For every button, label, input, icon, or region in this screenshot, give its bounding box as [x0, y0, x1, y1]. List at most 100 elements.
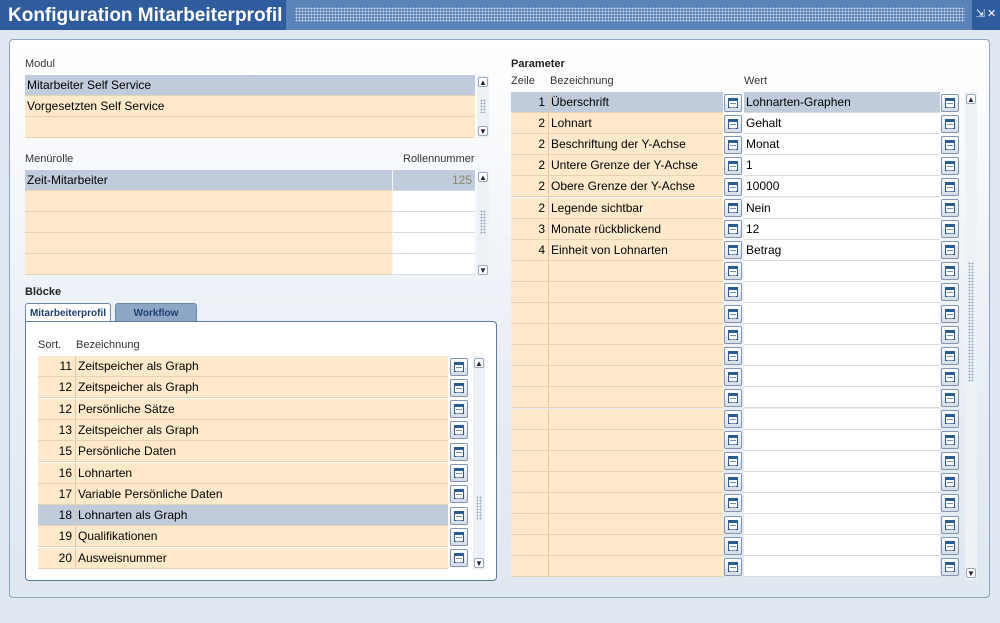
table-row[interactable] [511, 450, 723, 472]
table-row[interactable]: 19 Qualifikationen [38, 526, 448, 548]
wert-field[interactable]: Lohnarten-Graphen [744, 92, 940, 113]
wert-field[interactable] [744, 450, 940, 472]
rollennummer-cell[interactable] [393, 254, 475, 275]
tab-workflow[interactable]: Workflow [115, 303, 197, 322]
scroll-grip[interactable] [968, 262, 974, 382]
wert-field[interactable] [744, 556, 940, 578]
scroll-down-icon[interactable]: ▼ [478, 126, 488, 136]
lookup-icon[interactable] [450, 506, 468, 525]
table-row[interactable]: 3 Monate rückblickend [511, 218, 723, 240]
lookup-icon[interactable] [724, 494, 742, 513]
lookup-icon[interactable] [724, 262, 742, 281]
wert-field[interactable]: Betrag [744, 239, 940, 261]
table-row[interactable] [511, 345, 723, 367]
list-item[interactable]: Mitarbeiter Self Service [25, 75, 475, 96]
table-row[interactable] [511, 471, 723, 493]
scroll-down-icon[interactable]: ▼ [474, 558, 484, 568]
lookup-icon[interactable] [941, 494, 959, 513]
table-row[interactable] [511, 535, 723, 557]
wert-field[interactable] [744, 260, 940, 282]
table-row[interactable] [25, 254, 392, 275]
lookup-icon[interactable] [941, 220, 959, 239]
table-row[interactable]: 13 Zeitspeicher als Graph [38, 419, 448, 441]
table-row[interactable]: 12 Zeitspeicher als Graph [38, 377, 448, 399]
lookup-icon[interactable] [724, 452, 742, 471]
scroll-up-icon[interactable]: ▲ [478, 77, 488, 87]
lookup-icon[interactable] [724, 199, 742, 217]
lookup-icon[interactable] [724, 135, 742, 154]
lookup-icon[interactable] [941, 388, 959, 407]
lookup-icon[interactable] [724, 177, 742, 196]
lookup-icon[interactable] [941, 557, 959, 576]
lookup-icon[interactable] [450, 442, 468, 461]
lookup-icon[interactable] [941, 135, 959, 154]
wert-field[interactable] [744, 408, 940, 430]
lookup-icon[interactable] [724, 388, 742, 407]
lookup-icon[interactable] [941, 241, 959, 260]
scroll-down-icon[interactable]: ▼ [478, 265, 488, 275]
wert-field[interactable] [744, 324, 940, 346]
lookup-icon[interactable] [941, 262, 959, 281]
rollennummer-cell[interactable] [393, 212, 475, 233]
wert-field[interactable] [744, 471, 940, 493]
table-row[interactable] [511, 366, 723, 388]
scroll-up-icon[interactable]: ▲ [966, 94, 976, 104]
scroll-grip[interactable] [476, 496, 482, 520]
table-row[interactable]: 20 Ausweisnummer [38, 547, 448, 569]
lookup-icon[interactable] [724, 431, 742, 450]
lookup-icon[interactable] [941, 431, 959, 450]
lookup-icon[interactable] [450, 421, 468, 440]
lookup-icon[interactable] [941, 515, 959, 534]
scroll-up-icon[interactable]: ▲ [478, 172, 488, 182]
lookup-icon[interactable] [941, 304, 959, 323]
lookup-icon[interactable] [724, 473, 742, 492]
menurolle-scrollbar[interactable]: ▲ ▼ [477, 170, 489, 277]
wert-field[interactable] [744, 281, 940, 303]
table-row[interactable]: 2 Beschriftung der Y-Achse [511, 134, 723, 156]
close-icon[interactable]: ✕ [987, 8, 996, 20]
scroll-up-icon[interactable]: ▲ [474, 358, 484, 368]
lookup-icon[interactable] [941, 199, 959, 217]
wert-field[interactable]: Monat [744, 134, 940, 156]
lookup-icon[interactable] [724, 410, 742, 428]
lookup-icon[interactable] [450, 485, 468, 504]
lookup-icon[interactable] [941, 114, 959, 133]
lookup-icon[interactable] [724, 283, 742, 302]
scroll-grip[interactable] [480, 99, 486, 113]
table-row[interactable]: 1 Überschrift [511, 92, 723, 113]
table-row[interactable]: 2 Obere Grenze der Y-Achse [511, 176, 723, 198]
parameter-scrollbar[interactable]: ▲ ▼ [965, 92, 977, 580]
table-row[interactable]: 12 Persönliche Sätze [38, 398, 448, 420]
lookup-icon[interactable] [450, 378, 468, 397]
lookup-icon[interactable] [941, 473, 959, 492]
table-row[interactable] [511, 492, 723, 514]
lookup-icon[interactable] [724, 557, 742, 576]
lookup-icon[interactable] [724, 304, 742, 323]
wert-field[interactable] [744, 303, 940, 324]
lookup-icon[interactable] [724, 241, 742, 260]
rollennummer-cell[interactable] [393, 233, 475, 254]
lookup-icon[interactable] [724, 93, 742, 112]
lookup-icon[interactable] [941, 452, 959, 471]
lookup-icon[interactable] [450, 357, 468, 376]
lookup-icon[interactable] [450, 464, 468, 482]
table-row[interactable] [511, 387, 723, 409]
table-row[interactable]: 17 Variable Persönliche Daten [38, 483, 448, 505]
lookup-icon[interactable] [941, 367, 959, 386]
wert-field[interactable] [744, 535, 940, 557]
table-row[interactable] [25, 191, 392, 212]
table-row[interactable]: 4 Einheit von Lohnarten [511, 239, 723, 261]
lookup-icon[interactable] [724, 325, 742, 344]
wert-field[interactable] [744, 429, 940, 451]
wert-field[interactable] [744, 387, 940, 409]
lookup-icon[interactable] [941, 410, 959, 428]
wert-field[interactable]: Gehalt [744, 113, 940, 135]
wert-field[interactable] [744, 366, 940, 388]
wert-field[interactable]: 12 [744, 218, 940, 240]
table-row[interactable] [25, 212, 392, 233]
table-row[interactable]: 16 Lohnarten [38, 462, 448, 484]
lookup-icon[interactable] [941, 93, 959, 112]
table-row[interactable]: Zeit-Mitarbeiter [25, 170, 392, 191]
wert-field[interactable]: Nein [744, 197, 940, 219]
table-row[interactable] [511, 514, 723, 535]
